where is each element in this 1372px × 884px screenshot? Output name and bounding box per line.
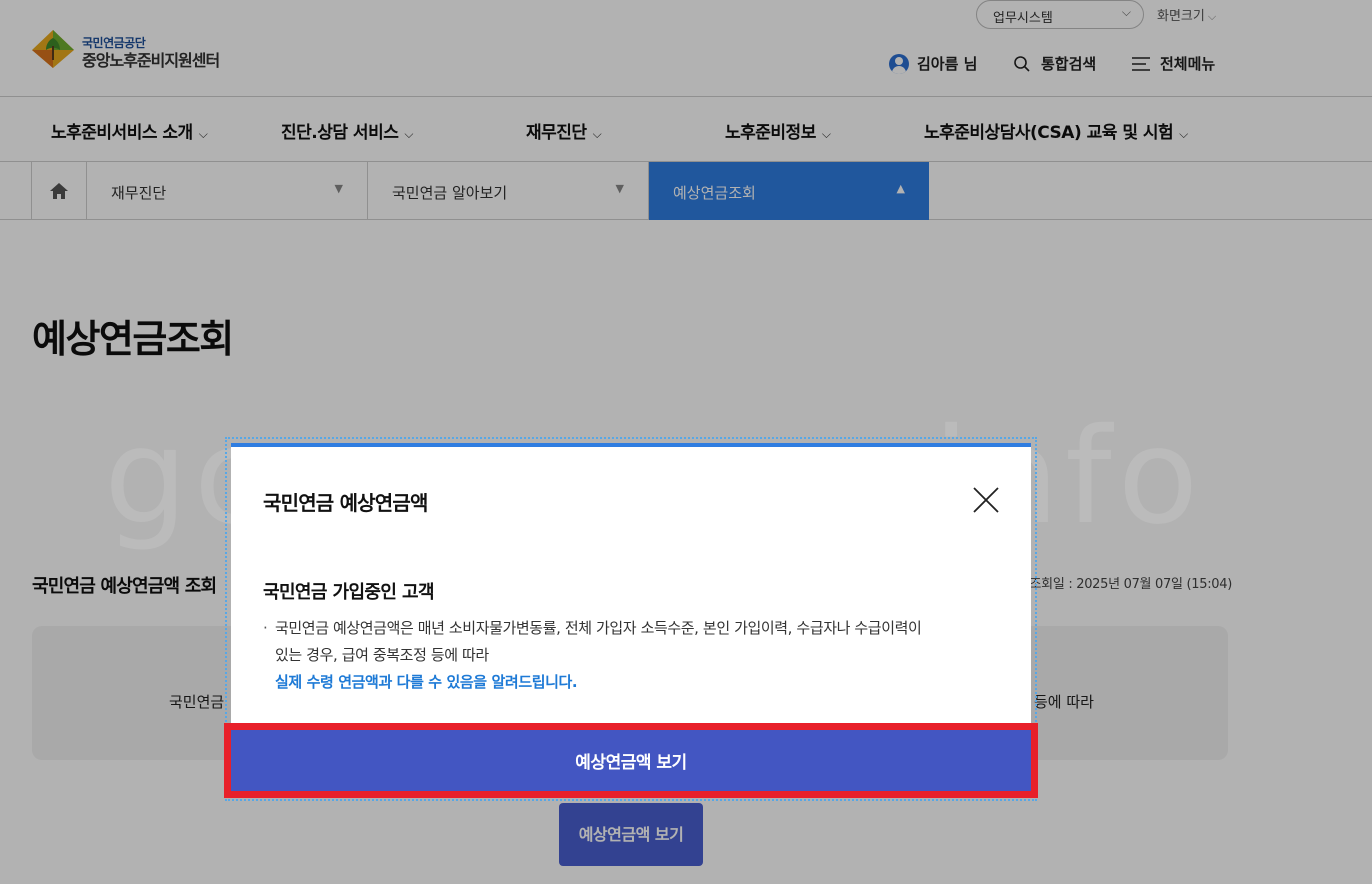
modal-notice-highlight: 실제 수령 연금액과 다를 수 있음을 알려드립니다. bbox=[275, 673, 578, 691]
modal-title: 국민연금 예상연금액 bbox=[263, 491, 428, 515]
modal-subtitle: 국민연금 가입중인 고객 bbox=[263, 582, 435, 603]
modal-body-line: 있는 경우, 급여 중복조정 등에 따라 bbox=[275, 646, 489, 664]
modal-body: · 국민연금 예상연금액은 매년 소비자물가변동률, 전체 가입자 소득수준, … bbox=[263, 615, 983, 696]
bullet-dot: · bbox=[263, 619, 268, 637]
modal-body-line: 국민연금 예상연금액은 매년 소비자물가변동률, 전체 가입자 소득수준, 본인… bbox=[275, 619, 922, 637]
view-pension-button[interactable]: 예상연금액 보기 bbox=[231, 730, 1031, 791]
close-icon[interactable] bbox=[971, 485, 1001, 515]
highlight-box: 예상연금액 보기 bbox=[224, 723, 1038, 798]
